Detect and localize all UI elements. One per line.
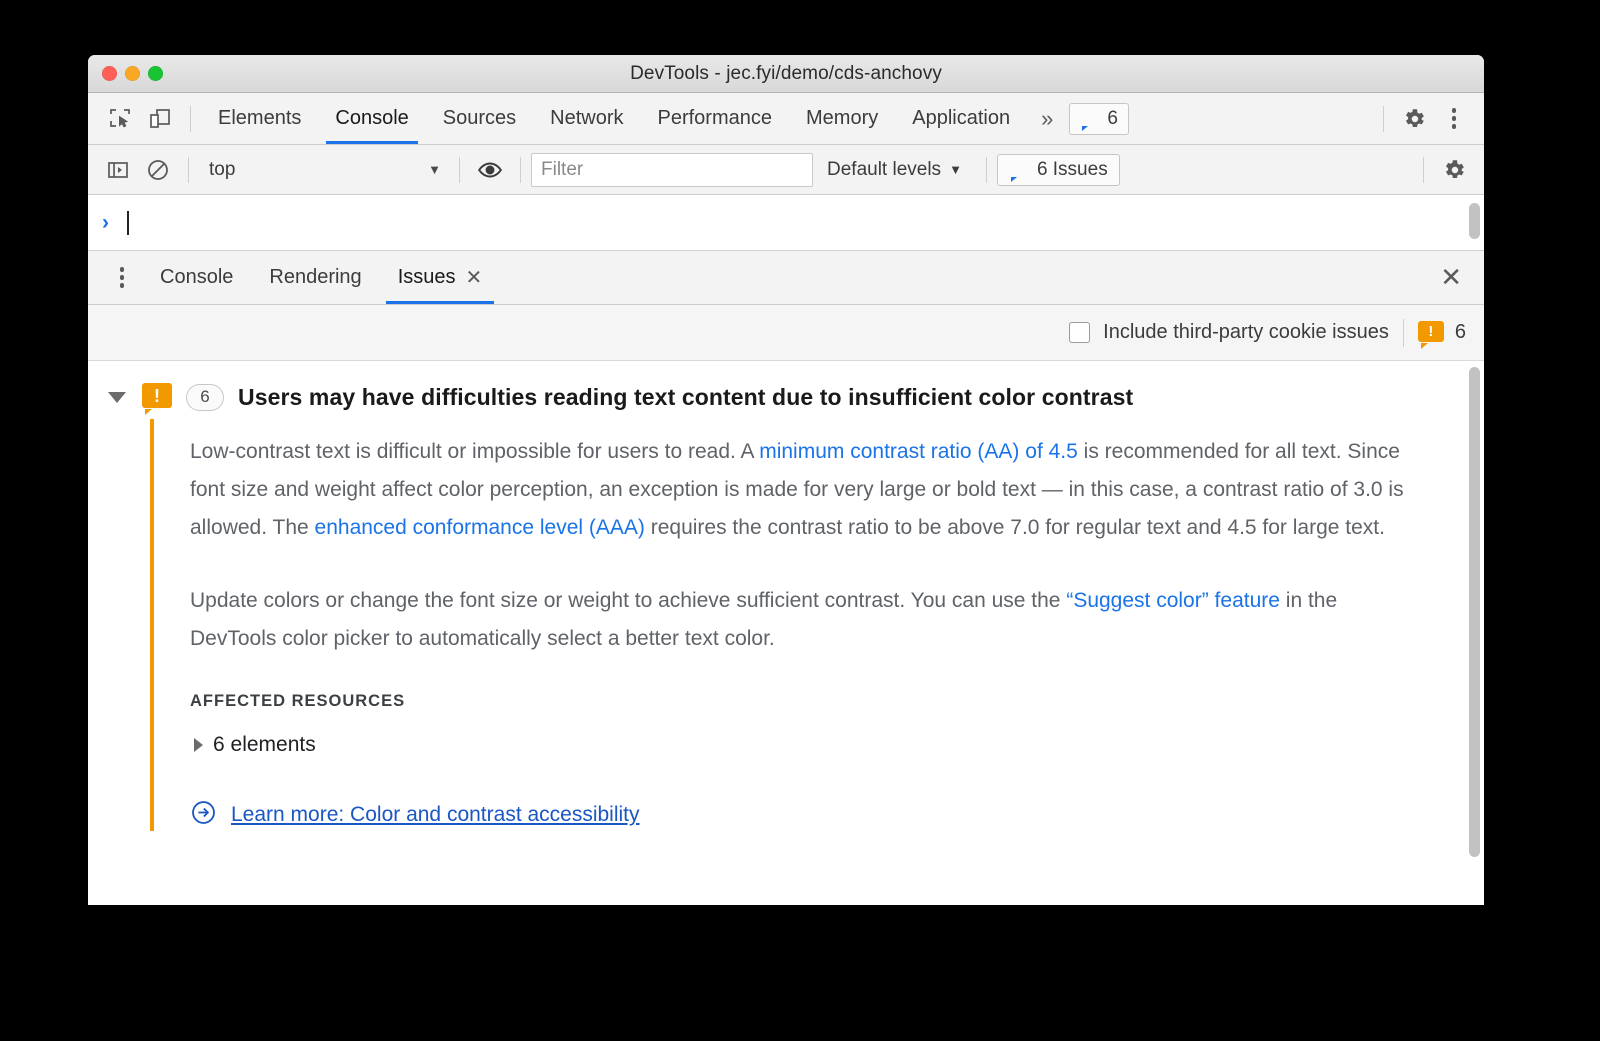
issues-scrollbar[interactable]	[1469, 367, 1480, 857]
learn-more-row[interactable]: Learn more: Color and contrast accessibi…	[190, 799, 1484, 831]
console-prompt[interactable]: ›	[88, 195, 1484, 251]
warning-icon: !	[142, 383, 172, 415]
affected-resources-row[interactable]: 6 elements	[190, 733, 1484, 757]
toolbar-divider	[1383, 105, 1384, 132]
devtools-tab-bar: Elements Console Sources Network Perform…	[88, 93, 1484, 145]
kebab-menu-icon[interactable]	[1434, 99, 1474, 139]
drawer-tab-label: Rendering	[269, 266, 362, 288]
drawer-tab-label: Console	[160, 266, 234, 288]
third-party-cookie-checkbox-row[interactable]: Include third-party cookie issues	[1069, 321, 1389, 344]
live-expression-eye-icon[interactable]	[470, 150, 510, 190]
tab-label: Sources	[442, 107, 517, 129]
warning-icon: !	[1417, 320, 1444, 349]
issues-filter-bar: Include third-party cookie issues ! 6	[88, 305, 1484, 361]
affected-resources-label: AFFECTED RESOURCES	[190, 692, 406, 711]
console-scrollbar[interactable]	[1469, 203, 1480, 239]
tab-label: Elements	[218, 107, 302, 129]
chevron-down-icon: ▼	[949, 162, 962, 177]
gear-icon[interactable]	[1394, 99, 1434, 139]
log-levels-value: Default levels	[827, 158, 942, 180]
chevron-down-icon: ▼	[428, 162, 441, 177]
drawer-tab-console[interactable]: Console	[142, 251, 251, 304]
prompt-chevron-icon: ›	[102, 210, 109, 234]
device-toolbar-icon[interactable]	[140, 99, 180, 139]
tab-application[interactable]: Application	[895, 93, 1027, 144]
inspect-element-icon[interactable]	[100, 99, 140, 139]
drawer: Console Rendering Issues ✕ ✕ Include thi…	[88, 251, 1484, 905]
expand-affected-icon[interactable]	[194, 738, 203, 753]
log-levels-select[interactable]: Default levels ▼	[813, 159, 976, 181]
affected-resources-value: 6 elements	[213, 733, 316, 757]
toolbar-divider	[520, 156, 521, 183]
drawer-kebab-menu-icon[interactable]	[102, 258, 142, 298]
tab-list: Elements Console Sources Network Perform…	[201, 93, 1027, 144]
text-fragment: Low-contrast text is difficult or imposs…	[190, 440, 760, 463]
text-fragment: requires the contrast ratio to be above …	[644, 516, 1385, 540]
issues-count-button[interactable]: 6 Issues	[996, 153, 1120, 186]
console-toolbar: top ▼ Filter Default levels ▼ 6 Issues	[88, 145, 1484, 195]
tab-label: Console	[335, 107, 409, 129]
issue-title: Users may have difficulties reading text…	[238, 383, 1134, 410]
issue-count-badge: 6	[186, 383, 224, 411]
issues-badge-count: 6	[1107, 107, 1118, 129]
issue-detail: Low-contrast text is difficult or imposs…	[150, 419, 1484, 832]
toolbar-divider	[1423, 156, 1424, 183]
devtools-window: DevTools - jec.fyi/demo/cds-anchovy Elem…	[88, 55, 1484, 905]
toolbar-divider	[985, 156, 987, 183]
enhanced-conformance-link[interactable]: enhanced conformance level (AAA)	[315, 516, 645, 539]
tab-memory[interactable]: Memory	[789, 93, 895, 144]
minimum-contrast-ratio-link[interactable]: minimum contrast ratio (AA) of 4.5	[759, 440, 1078, 463]
toolbar-divider	[459, 156, 460, 183]
expand-toggle-icon[interactable]	[108, 391, 126, 403]
window-title: DevTools - jec.fyi/demo/cds-anchovy	[630, 62, 942, 84]
issue-description-paragraph-2: Update colors or change the font size or…	[190, 582, 1422, 658]
text-fragment: Update colors or change the font size or…	[190, 588, 1067, 612]
tab-label: Network	[550, 107, 624, 129]
clear-console-icon[interactable]	[138, 150, 178, 190]
issue-description-paragraph-1: Low-contrast text is difficult or imposs…	[190, 433, 1422, 548]
drawer-tab-rendering[interactable]: Rendering	[251, 251, 379, 304]
tab-label: Performance	[657, 107, 773, 129]
execution-context-value: top	[209, 158, 236, 180]
close-drawer-icon[interactable]: ✕	[1418, 262, 1484, 293]
text-caret	[127, 210, 129, 235]
tab-performance[interactable]: Performance	[641, 93, 790, 144]
warning-count: ! 6	[1417, 320, 1466, 349]
title-bar: DevTools - jec.fyi/demo/cds-anchovy	[88, 55, 1484, 93]
tab-label: Memory	[806, 107, 879, 129]
filter-input[interactable]: Filter	[531, 152, 813, 187]
toolbar-divider	[190, 105, 191, 132]
drawer-tab-bar: Console Rendering Issues ✕ ✕	[88, 251, 1484, 305]
issues-list: ! 6 Users may have difficulties reading …	[88, 361, 1484, 905]
warning-count-value: 6	[1454, 321, 1466, 343]
issue-header-row[interactable]: ! 6 Users may have difficulties reading …	[88, 375, 1484, 419]
third-party-cookie-checkbox[interactable]	[1069, 322, 1091, 343]
execution-context-select[interactable]: top ▼	[199, 159, 449, 181]
message-bubble-icon	[1080, 110, 1100, 131]
suggest-color-feature-link[interactable]: “Suggest color” feature	[1066, 589, 1280, 612]
drawer-tab-label: Issues	[397, 266, 456, 288]
third-party-cookie-label: Include third-party cookie issues	[1103, 321, 1389, 343]
tab-elements[interactable]: Elements	[201, 93, 318, 144]
toolbar-divider	[188, 156, 189, 183]
console-settings-gear-icon[interactable]	[1434, 150, 1474, 190]
tab-network[interactable]: Network	[533, 93, 640, 144]
issues-button-label: 6 Issues	[1036, 158, 1108, 180]
learn-more-link[interactable]: Learn more: Color and contrast accessibi…	[231, 803, 640, 827]
tab-label: Application	[912, 107, 1011, 129]
close-tab-icon[interactable]: ✕	[466, 268, 483, 288]
divider	[1402, 318, 1404, 347]
tab-sources[interactable]: Sources	[426, 93, 533, 144]
console-sidebar-toggle-icon[interactable]	[98, 150, 138, 190]
drawer-tab-issues[interactable]: Issues ✕	[380, 251, 501, 304]
filter-placeholder: Filter	[541, 158, 584, 180]
more-tabs-chevron-icon[interactable]: »	[1027, 106, 1067, 132]
tab-console[interactable]: Console	[318, 93, 425, 144]
issues-badge-button[interactable]: 6	[1069, 102, 1129, 135]
message-bubble-icon	[1009, 161, 1029, 182]
arrow-circle-icon	[190, 799, 217, 831]
